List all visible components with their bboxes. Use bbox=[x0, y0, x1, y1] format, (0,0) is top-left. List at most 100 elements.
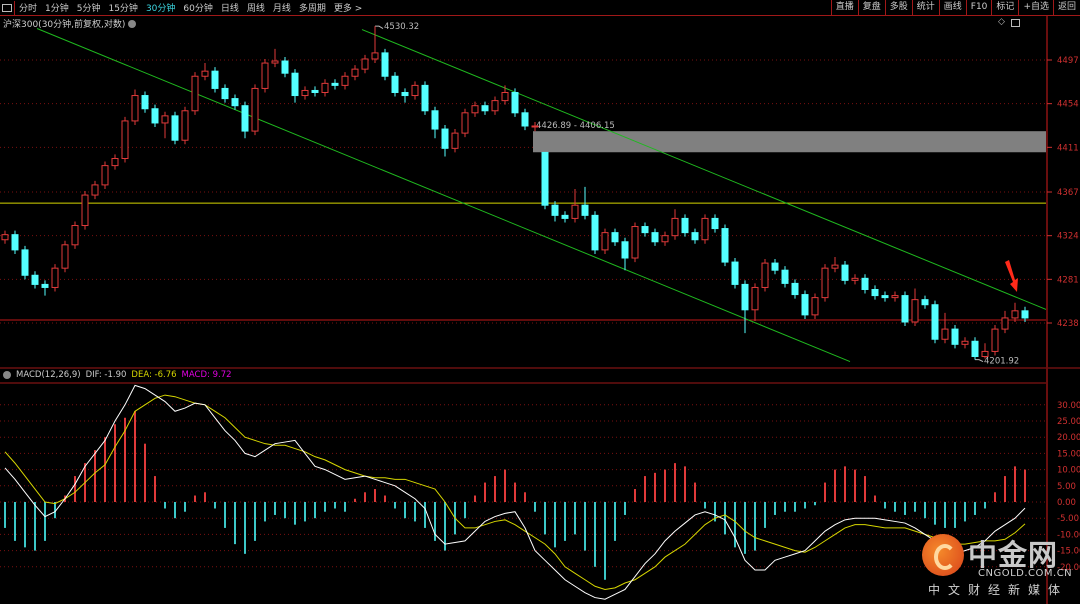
candle-body bbox=[81, 194, 89, 227]
tab-8[interactable]: 月线 bbox=[269, 1, 295, 14]
candle bbox=[921, 295, 929, 309]
candle bbox=[1001, 310, 1009, 334]
toolbar-button-3[interactable]: 统计 bbox=[911, 0, 939, 15]
candle-body bbox=[321, 82, 329, 93]
tab-2[interactable]: 5分钟 bbox=[73, 1, 105, 14]
candle bbox=[751, 283, 759, 321]
candle bbox=[611, 228, 619, 246]
candle-body bbox=[901, 295, 909, 323]
candle-body bbox=[931, 304, 939, 340]
macd-tick-label: 5.00 bbox=[1057, 482, 1076, 492]
candle bbox=[101, 161, 109, 189]
candle bbox=[741, 280, 749, 334]
toolbar-button-8[interactable]: 返回 bbox=[1052, 0, 1080, 15]
toolbar-button-7[interactable]: +自选 bbox=[1018, 0, 1053, 15]
candle bbox=[301, 86, 309, 100]
panel-layout-icon[interactable] bbox=[1011, 19, 1020, 27]
candle bbox=[551, 201, 559, 222]
candle bbox=[631, 222, 639, 263]
candle bbox=[221, 84, 229, 103]
candle bbox=[331, 79, 339, 90]
candle bbox=[401, 88, 409, 103]
candle bbox=[61, 240, 69, 273]
toolbar-button-2[interactable]: 多股 bbox=[884, 0, 912, 15]
tab-3[interactable]: 15分钟 bbox=[104, 1, 141, 14]
candle bbox=[1011, 302, 1019, 322]
candle bbox=[291, 69, 299, 103]
price-tick-label: 4454 bbox=[1057, 100, 1079, 110]
candle-body bbox=[661, 235, 669, 243]
candle-body bbox=[251, 87, 259, 132]
candle-body bbox=[951, 328, 959, 345]
candle bbox=[881, 291, 889, 302]
candle bbox=[181, 106, 189, 145]
candle-body bbox=[821, 267, 829, 299]
toolbar-button-5[interactable]: F10 bbox=[965, 0, 992, 15]
price-tick-label: 4411 bbox=[1057, 143, 1079, 153]
red-arrow-icon bbox=[1005, 260, 1018, 292]
candle-body bbox=[1011, 310, 1019, 319]
candle bbox=[701, 214, 709, 244]
candle-body bbox=[511, 91, 519, 114]
candle-body bbox=[441, 128, 449, 149]
toolbar-button-6[interactable]: 标记 bbox=[991, 0, 1018, 15]
toolbar-button-0[interactable]: 直播 bbox=[830, 0, 858, 15]
candle bbox=[561, 211, 569, 223]
diamond-icon[interactable]: ◇ bbox=[998, 17, 1005, 27]
tab-7[interactable]: 周线 bbox=[243, 1, 269, 14]
macd-value: MACD: 9.72 bbox=[181, 370, 232, 380]
candle-body bbox=[801, 294, 809, 316]
panel-toggle-icon[interactable] bbox=[0, 0, 15, 15]
candle bbox=[711, 214, 719, 233]
candle bbox=[861, 274, 869, 294]
candle-body bbox=[221, 87, 229, 100]
indicator-settings-icon[interactable] bbox=[3, 371, 11, 379]
candle bbox=[991, 325, 999, 356]
candle bbox=[51, 264, 59, 292]
tab-9[interactable]: 多周期 bbox=[295, 1, 330, 14]
candle-body bbox=[281, 60, 289, 74]
price-tick-label: 4238 bbox=[1057, 319, 1079, 329]
candle bbox=[801, 290, 809, 319]
candle-body bbox=[781, 269, 789, 284]
tab-0[interactable]: 分时 bbox=[15, 1, 41, 14]
tab-10[interactable]: 更多 > bbox=[330, 1, 366, 14]
candle bbox=[431, 106, 439, 139]
candle bbox=[971, 337, 979, 360]
candle-body bbox=[711, 217, 719, 230]
candle-body bbox=[51, 267, 59, 288]
candle bbox=[281, 56, 289, 78]
candle bbox=[771, 259, 779, 275]
dropdown-circle-icon[interactable] bbox=[128, 19, 137, 28]
watermark-url: CNGOLD.COM.CN bbox=[978, 568, 1073, 579]
candle bbox=[251, 84, 259, 136]
candle bbox=[871, 285, 879, 300]
candle-body bbox=[341, 75, 349, 86]
toolbar-button-4[interactable]: 画线 bbox=[938, 0, 966, 15]
candle bbox=[511, 88, 519, 117]
toolbar-button-1[interactable]: 复盘 bbox=[857, 0, 885, 15]
candle-body bbox=[201, 70, 209, 77]
candle bbox=[841, 261, 849, 285]
tab-4[interactable]: 30分钟 bbox=[142, 1, 179, 14]
candle-body bbox=[241, 105, 249, 132]
candle bbox=[601, 228, 609, 254]
candle bbox=[81, 190, 89, 230]
candle bbox=[191, 72, 199, 115]
candle-body bbox=[761, 262, 769, 288]
candle bbox=[411, 81, 419, 100]
macd-tick-label: 30.00 bbox=[1057, 401, 1080, 411]
candle-body bbox=[501, 91, 509, 102]
chart-canvas[interactable]: 4530.32 4201.92 4426.89 - 4406.15 4497 4454… bbox=[0, 0, 1080, 604]
candle bbox=[161, 111, 169, 139]
tab-1[interactable]: 1分钟 bbox=[41, 1, 73, 14]
candle-body bbox=[841, 264, 849, 281]
price-tick-label: 4497 bbox=[1057, 56, 1079, 66]
candle-body bbox=[491, 100, 499, 112]
candle-body bbox=[981, 350, 989, 358]
candle bbox=[591, 211, 599, 254]
candle bbox=[271, 48, 279, 68]
tab-5[interactable]: 60分钟 bbox=[179, 1, 216, 14]
candle-body bbox=[561, 214, 569, 219]
tab-6[interactable]: 日线 bbox=[217, 1, 243, 14]
